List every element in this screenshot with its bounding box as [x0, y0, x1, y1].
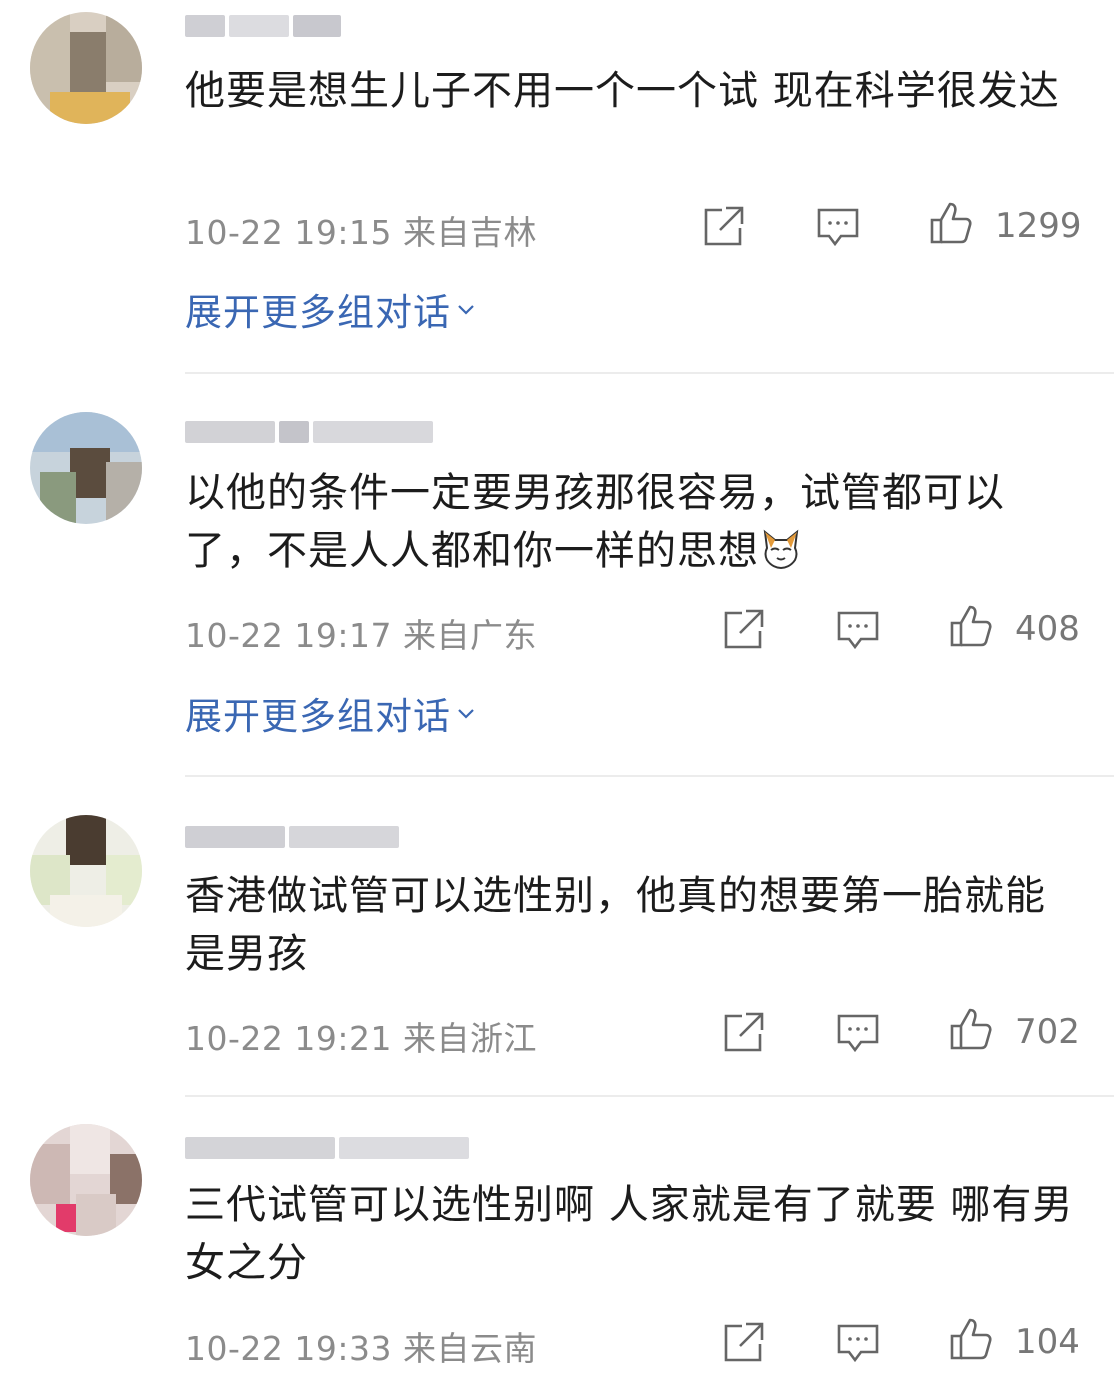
share-icon[interactable]	[720, 607, 766, 653]
thumbs-up-icon[interactable]	[948, 1316, 994, 1362]
divider	[185, 775, 1114, 777]
share-icon[interactable]	[700, 204, 746, 250]
avatar[interactable]	[30, 412, 142, 524]
cat-face-emoji-icon	[759, 526, 803, 570]
comment-text: 香港做试管可以选性别，他真的想要第一胎就能是男孩	[185, 873, 1046, 977]
thumbs-up-icon[interactable]	[928, 200, 974, 246]
comment-icon[interactable]	[815, 204, 861, 250]
comment-time-location: 10-22 19:33 来自云南	[185, 1329, 537, 1368]
username-blurred[interactable]	[185, 12, 341, 40]
comment-time-location: 10-22 19:21 来自浙江	[185, 1019, 537, 1058]
expand-more-replies-link[interactable]: 展开更多组对话	[185, 282, 477, 336]
avatar[interactable]	[30, 12, 142, 124]
share-icon[interactable]	[720, 1320, 766, 1366]
expand-label: 展开更多组对话	[185, 291, 451, 334]
comment-icon[interactable]	[835, 1320, 881, 1366]
thumbs-up-icon[interactable]	[948, 1006, 994, 1052]
avatar[interactable]	[30, 1124, 142, 1236]
comment-time-location: 10-22 19:17 来自广东	[185, 616, 537, 655]
username-blurred[interactable]	[185, 823, 399, 851]
like-count: 408	[1015, 609, 1080, 649]
share-icon[interactable]	[720, 1010, 766, 1056]
comment-text: 他要是想生儿子不用一个一个试 现在科学很发达	[185, 68, 1060, 114]
like-count: 702	[1015, 1012, 1080, 1052]
comment-text: 以他的条件一定要男孩那很容易，试管都可以了，不是人人都和你一样的思想	[185, 464, 1085, 580]
divider	[185, 1095, 1114, 1097]
comment-text: 三代试管可以选性别啊 人家就是有了就要 哪有男女之分	[185, 1182, 1074, 1286]
comment-icon[interactable]	[835, 1010, 881, 1056]
expand-more-replies-link[interactable]: 展开更多组对话	[185, 686, 477, 740]
chevron-down-icon	[458, 709, 474, 719]
comment-icon[interactable]	[835, 607, 881, 653]
username-blurred[interactable]	[185, 1134, 469, 1162]
like-count: 104	[1015, 1322, 1080, 1362]
comment-text-content: 以他的条件一定要男孩那很容易，试管都可以了，不是人人都和你一样的思想	[185, 470, 1005, 574]
expand-label: 展开更多组对话	[185, 695, 451, 738]
like-count: 1299	[995, 206, 1082, 246]
avatar[interactable]	[30, 815, 142, 927]
divider	[185, 372, 1114, 374]
chevron-down-icon	[458, 305, 474, 315]
comment-time-location: 10-22 19:15 来自吉林	[185, 213, 537, 252]
thumbs-up-icon[interactable]	[948, 603, 994, 649]
username-blurred[interactable]	[185, 418, 433, 446]
